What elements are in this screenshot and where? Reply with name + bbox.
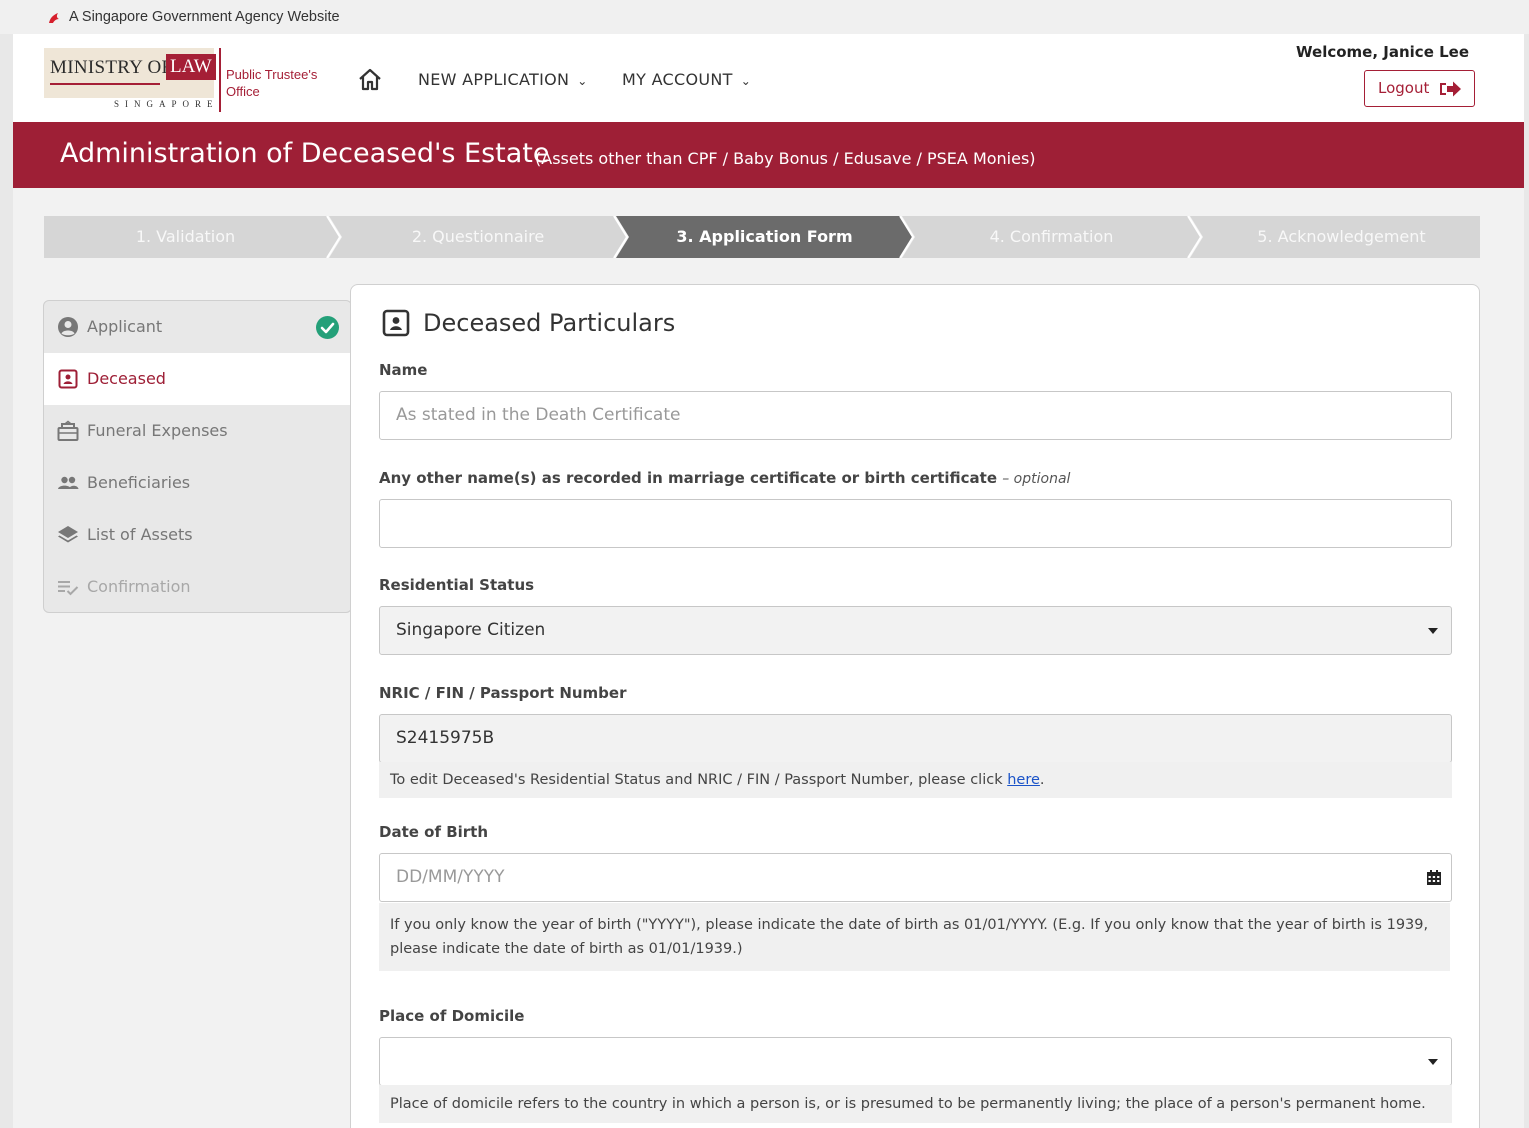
singapore-lion-icon xyxy=(49,13,59,23)
sidebar-item-deceased[interactable]: Deceased xyxy=(44,353,351,405)
logo-singapore: SINGAPORE xyxy=(114,99,219,109)
sidebar-item-confirmation: Confirmation xyxy=(44,561,351,612)
chevron-down-icon: ⌄ xyxy=(577,74,588,88)
caret-down-icon xyxy=(1428,628,1438,634)
dob-hint: If you only know the year of birth ("YYY… xyxy=(379,903,1450,971)
checklist-icon xyxy=(58,581,79,596)
domicile-select[interactable] xyxy=(379,1037,1452,1086)
section-title: Deceased Particulars xyxy=(423,309,676,337)
logo-law: LAW xyxy=(166,54,216,80)
page: MINISTRY OF LAW SINGAPORE Public Trustee… xyxy=(13,34,1524,1128)
home-icon[interactable] xyxy=(357,68,383,92)
site-header: MINISTRY OF LAW SINGAPORE Public Trustee… xyxy=(13,34,1524,122)
ministry-of-law-logo[interactable]: MINISTRY OF LAW SINGAPORE Public Trustee… xyxy=(44,48,324,112)
domicile-label: Place of Domicile xyxy=(379,1007,525,1025)
nav-my-account[interactable]: MY ACCOUNT ⌄ xyxy=(622,70,751,89)
gov-banner-text: A Singapore Government Agency Website xyxy=(69,9,340,25)
step-questionnaire: 2. Questionnaire xyxy=(411,227,545,246)
logo-office: Public Trustee's Office xyxy=(226,67,318,99)
domicile-hint: Place of domicile refers to the country … xyxy=(379,1085,1452,1123)
step-acknowledgement: 5. Acknowledgement xyxy=(1257,227,1426,246)
dob-label: Date of Birth xyxy=(379,823,489,841)
progress-stepper: 1. Validation 2. Questionnaire 3. Applic… xyxy=(44,216,1480,258)
residential-status-label: Residential Status xyxy=(379,576,535,594)
gov-masthead: A Singapore Government Agency Website xyxy=(0,0,1529,34)
deceased-particulars-card: Deceased Particulars Name As stated in t… xyxy=(350,284,1480,1128)
edit-here-link[interactable]: here xyxy=(1007,772,1040,788)
logo-ministry: MINISTRY OF xyxy=(50,57,173,78)
user-circle-icon xyxy=(58,317,78,337)
sidebar-item-applicant[interactable]: Applicant xyxy=(44,301,351,353)
sidebar-item-funeral-expenses[interactable]: Funeral Expenses xyxy=(44,405,351,457)
page-title: Administration of Deceased's Estate xyxy=(60,138,550,169)
people-icon xyxy=(58,476,79,489)
chevron-down-icon: ⌄ xyxy=(740,74,752,88)
sidebar-item-beneficiaries[interactable]: Beneficiaries xyxy=(44,457,351,509)
id-card-icon xyxy=(58,369,78,389)
residential-status-select[interactable]: Singapore Citizen xyxy=(379,606,1452,655)
step-application-form: 3. Application Form xyxy=(676,227,853,246)
nric-label: NRIC / FIN / Passport Number xyxy=(379,684,627,702)
optional-tag: – optional xyxy=(1002,471,1071,487)
name-input[interactable]: As stated in the Death Certificate xyxy=(379,391,1452,440)
id-card-icon xyxy=(382,309,410,337)
page-subtitle: (Assets other than CPF / Baby Bonus / Ed… xyxy=(535,149,1036,168)
step-validation: 1. Validation xyxy=(135,227,236,246)
name-placeholder: As stated in the Death Certificate xyxy=(396,405,681,425)
caret-down-icon xyxy=(1428,1059,1438,1065)
other-names-input[interactable] xyxy=(379,499,1452,548)
name-label: Name xyxy=(379,361,428,379)
step-confirmation: 4. Confirmation xyxy=(989,227,1114,246)
sidebar-item-list-of-assets[interactable]: List of Assets xyxy=(44,509,351,561)
dob-input[interactable]: DD/MM/YYYY xyxy=(379,853,1452,902)
calendar-icon[interactable] xyxy=(1426,869,1442,886)
form-section-nav: Applicant Deceased Funeral Expenses Bene… xyxy=(43,300,352,613)
welcome-text: Welcome, Janice Lee xyxy=(1296,43,1469,61)
logout-button[interactable]: Logout xyxy=(1364,70,1475,107)
funeral-icon xyxy=(57,420,79,441)
page-banner: Administration of Deceased's Estate (Ass… xyxy=(13,122,1524,188)
nric-input: S2415975B xyxy=(379,714,1452,763)
layers-icon xyxy=(58,526,78,543)
nric-hint: To edit Deceased's Residential Status an… xyxy=(379,762,1452,798)
sign-out-icon xyxy=(1440,81,1461,97)
nav-new-application[interactable]: NEW APPLICATION ⌄ xyxy=(418,70,588,89)
other-names-label: Any other name(s) as recorded in marriag… xyxy=(379,469,1071,487)
check-circle-icon xyxy=(316,316,339,339)
